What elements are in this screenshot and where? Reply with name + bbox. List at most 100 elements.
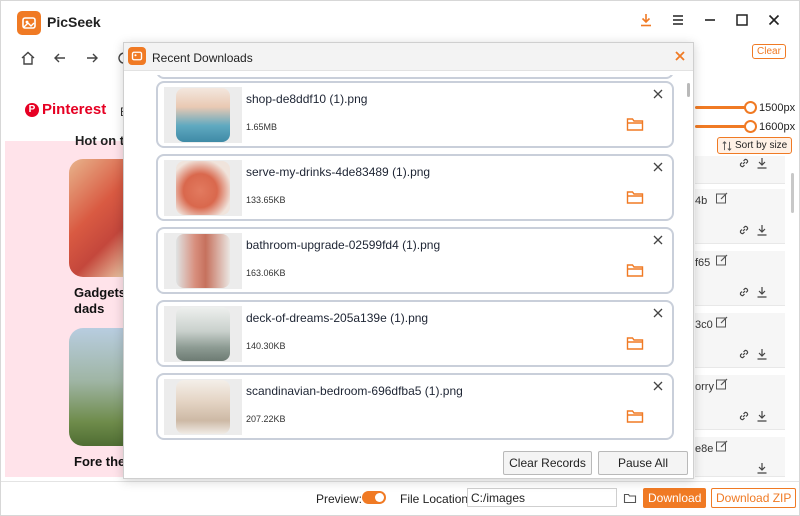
remove-icon[interactable] [652, 307, 664, 319]
app-window: PicSeek P Pinterest Hot on th Gadgets da… [0, 0, 800, 516]
download-thumbnail[interactable] [164, 379, 242, 435]
download-filename: shop-de8ddf10 (1).png [246, 92, 368, 106]
height-slider[interactable] [695, 120, 757, 133]
download-thumbnail[interactable] [164, 306, 242, 362]
link-icon[interactable] [737, 409, 751, 423]
edit-icon[interactable] [715, 253, 729, 267]
dialog-title: Recent Downloads [152, 51, 253, 65]
download-list: shop-de8ddf10 (1).png 1.65MB serve-my-dr… [154, 75, 674, 445]
bottom-bar: Preview: File Location Download Download… [1, 481, 799, 515]
slider-knob[interactable] [744, 120, 757, 133]
pin-card-image[interactable] [69, 159, 125, 277]
edit-icon[interactable] [715, 377, 729, 391]
download-thumbnail[interactable] [164, 87, 242, 143]
forward-arrow-icon[interactable] [83, 49, 101, 67]
download-icon[interactable] [755, 347, 769, 361]
results-scrollbar[interactable] [791, 173, 794, 213]
link-icon[interactable] [737, 347, 751, 361]
download-thumbnail[interactable] [164, 233, 242, 289]
pinterest-brand-text: Pinterest [42, 101, 107, 118]
sort-icon [722, 140, 732, 151]
download-card: deck-of-dreams-205a139e (1).png 140.30KB [156, 300, 674, 367]
result-item: e8e [695, 437, 785, 477]
link-icon[interactable] [737, 285, 751, 299]
result-item [695, 156, 785, 184]
remove-icon[interactable] [652, 161, 664, 173]
app-logo-icon [17, 11, 41, 35]
sort-label: Sort by size [735, 140, 788, 151]
thumbnail-image [176, 88, 230, 142]
result-item: orry [695, 375, 785, 430]
result-filename-partial: e8e [695, 443, 714, 455]
download-zip-button[interactable]: Download ZIP [711, 488, 797, 508]
close-icon[interactable] [673, 49, 687, 63]
pin-card-caption[interactable]: Fore the [74, 454, 125, 470]
download-icon[interactable] [755, 223, 769, 237]
download-button[interactable]: Download [643, 488, 707, 508]
remove-icon[interactable] [652, 234, 664, 246]
result-item: 4b [695, 189, 785, 244]
preview-toggle[interactable] [362, 491, 386, 504]
open-folder-icon[interactable] [626, 189, 644, 205]
download-filename: serve-my-drinks-4de83489 (1).png [246, 165, 431, 179]
pause-all-button[interactable]: Pause All [598, 451, 688, 475]
sort-by-size-button[interactable]: Sort by size [717, 137, 793, 154]
open-folder-icon[interactable] [626, 116, 644, 132]
download-icon[interactable] [755, 285, 769, 299]
download-filesize: 163.06KB [246, 268, 286, 278]
open-folder-icon[interactable] [626, 335, 644, 351]
download-filename: bathroom-upgrade-02599fd4 (1).png [246, 238, 441, 252]
dialog-header: Recent Downloads [124, 43, 693, 71]
app-title: PicSeek [47, 14, 101, 30]
slider-knob[interactable] [744, 101, 757, 114]
open-folder-icon[interactable] [626, 262, 644, 278]
pinterest-logo[interactable]: P Pinterest [25, 101, 106, 118]
download-thumbnail[interactable] [164, 160, 242, 216]
download-icon[interactable] [755, 461, 769, 475]
thumbnail-image [176, 234, 230, 288]
home-icon[interactable] [19, 49, 37, 67]
download-card: serve-my-drinks-4de83489 (1).png 133.65K… [156, 154, 674, 221]
download-card: bathroom-upgrade-02599fd4 (1).png 163.06… [156, 227, 674, 294]
pin-card-caption[interactable]: Gadgets dads [74, 285, 126, 317]
clear-records-button[interactable]: Clear Records [503, 451, 592, 475]
open-folder-icon[interactable] [626, 408, 644, 424]
download-icon[interactable] [637, 11, 655, 29]
remove-icon[interactable] [652, 88, 664, 100]
download-filesize: 207.22KB [246, 414, 286, 424]
download-icon[interactable] [755, 409, 769, 423]
edit-icon[interactable] [715, 315, 729, 329]
download-card: scandinavian-bedroom-696dfba5 (1).png 20… [156, 373, 674, 440]
edit-icon[interactable] [715, 191, 729, 205]
minimize-icon[interactable] [701, 11, 719, 29]
download-filesize: 133.65KB [246, 195, 286, 205]
download-card: shop-de8ddf10 (1).png 1.65MB [156, 81, 674, 148]
pinterest-p-icon: P [25, 102, 39, 117]
pin-card-image[interactable] [69, 328, 125, 446]
width-slider[interactable] [695, 101, 757, 114]
maximize-icon[interactable] [733, 11, 751, 29]
file-location-label: File Location [400, 492, 469, 506]
download-icon[interactable] [755, 156, 769, 170]
title-bar: PicSeek [1, 1, 799, 41]
download-filesize: 1.65MB [246, 122, 278, 132]
link-icon[interactable] [737, 156, 751, 170]
dialog-scrollbar[interactable] [687, 83, 690, 97]
back-arrow-icon[interactable] [51, 49, 69, 67]
remove-icon[interactable] [652, 380, 664, 392]
recent-downloads-dialog: Recent Downloads shop-de8ddf10 (1).png 1… [123, 42, 694, 479]
result-filename-partial: 4b [695, 195, 708, 207]
clear-button[interactable]: Clear [752, 44, 786, 59]
link-icon[interactable] [737, 223, 751, 237]
preview-label: Preview: [316, 492, 363, 506]
close-icon[interactable] [765, 11, 783, 29]
download-filename: scandinavian-bedroom-696dfba5 (1).png [246, 384, 463, 398]
menu-icon[interactable] [669, 11, 687, 29]
file-location-input[interactable] [467, 488, 617, 507]
thumbnail-image [176, 161, 230, 215]
download-filesize: 140.30KB [246, 341, 286, 351]
edit-icon[interactable] [715, 439, 729, 453]
app-logo-icon [128, 47, 146, 65]
folder-icon[interactable] [623, 491, 637, 505]
result-item: 3c0 [695, 313, 785, 368]
